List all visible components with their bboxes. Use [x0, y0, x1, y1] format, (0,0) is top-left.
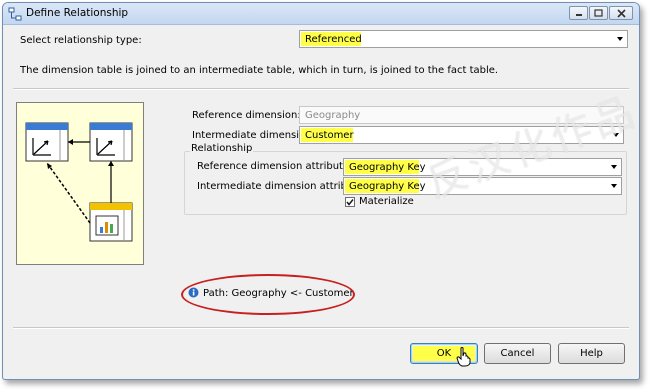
reference-dimension-table-icon	[25, 122, 69, 162]
chevron-down-icon	[617, 37, 623, 41]
intermediate-dimension-label: Intermediate dimension:	[192, 130, 315, 141]
intermediate-dimension-value: Customer	[305, 130, 354, 141]
intermediate-attribute-value: Geography Key	[349, 181, 426, 192]
relationship-group-label: Relationship	[190, 143, 254, 154]
window-controls	[569, 6, 633, 21]
help-button[interactable]: Help	[558, 343, 625, 364]
cancel-button[interactable]: Cancel	[484, 343, 551, 364]
define-relationship-dialog: Define Relationship Select relationship …	[2, 2, 640, 380]
chevron-down-icon	[611, 165, 617, 169]
relationship-description: The dimension table is joined to an inte…	[20, 65, 499, 76]
intermediate-attribute-label: Intermediate dimension attribute:	[197, 181, 367, 192]
relationship-type-value: Referenced	[305, 34, 362, 45]
chevron-down-icon	[611, 184, 617, 188]
reference-dimension-value: Geography	[305, 110, 361, 121]
reference-attribute-label: Reference dimension attribute:	[197, 161, 353, 172]
dimension-link-arrow	[68, 139, 73, 145]
ok-label: OK	[436, 348, 452, 359]
reference-attribute-value: Geography Key	[349, 162, 426, 173]
minimize-button[interactable]	[569, 6, 588, 20]
materialize-checkbox[interactable]	[345, 197, 355, 207]
minimize-icon	[575, 14, 582, 16]
relationship-type-select[interactable]: Referenced	[299, 30, 628, 48]
fact-link-arrow	[108, 161, 114, 166]
annotation-ellipse	[181, 274, 355, 315]
maximize-icon	[594, 9, 603, 17]
hand-cursor-icon	[456, 347, 471, 367]
intermediate-dimension-table-icon	[89, 122, 133, 162]
relationship-icon	[8, 7, 22, 21]
title-bar: Define Relationship	[3, 3, 639, 25]
reference-dimension-label: Reference dimension:	[192, 110, 301, 121]
materialize-label: Materialize	[359, 196, 414, 207]
checkmark-icon	[346, 199, 354, 206]
close-icon	[616, 8, 626, 18]
referenced-relationship-illustration	[25, 122, 133, 242]
cancel-label: Cancel	[500, 348, 535, 359]
divider	[13, 328, 629, 329]
fact-table-icon	[89, 202, 133, 242]
close-button[interactable]	[609, 6, 633, 20]
help-label: Help	[580, 348, 603, 359]
relationship-type-label: Select relationship type:	[20, 35, 142, 46]
referenced-path-line	[46, 162, 91, 224]
divider	[13, 89, 629, 90]
relationship-diagram	[16, 102, 144, 265]
maximize-button[interactable]	[589, 6, 608, 20]
window-title: Define Relationship	[26, 7, 129, 19]
